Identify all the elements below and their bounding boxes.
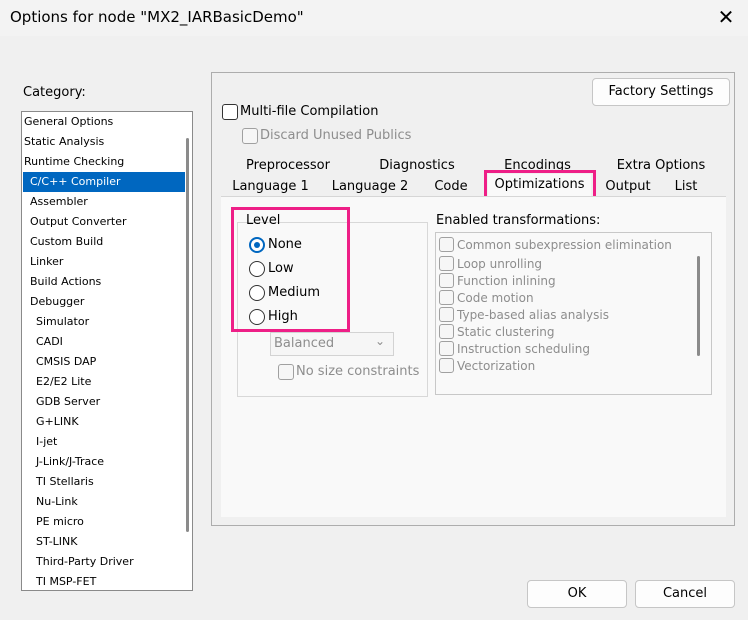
category-item-third-party[interactable]: Third-Party Driver	[36, 552, 134, 572]
transform-checkbox[interactable]	[439, 307, 454, 322]
multifile-checkbox[interactable]	[222, 104, 238, 120]
tab-preprocessor[interactable]: Preprocessor	[222, 156, 354, 176]
level-highlight	[231, 207, 350, 332]
transformations-title: Enabled transformations:	[436, 213, 601, 228]
category-item-cadi[interactable]: CADI	[36, 332, 63, 352]
tab-extra-options[interactable]: Extra Options	[597, 156, 725, 176]
category-item-general-options[interactable]: General Options	[24, 112, 113, 132]
category-item-st-link[interactable]: ST-LINK	[36, 532, 77, 552]
category-item-g-link[interactable]: G+LINK	[36, 412, 79, 432]
category-item-ti-stellaris[interactable]: TI Stellaris	[36, 472, 94, 492]
window-title: Options for node "MX2_IARBasicDemo"	[10, 8, 304, 26]
category-item-debugger[interactable]: Debugger	[30, 292, 84, 312]
tab-output[interactable]: Output	[598, 177, 658, 197]
no-size-constraints-checkbox[interactable]	[278, 364, 294, 380]
category-label: Category:	[23, 85, 86, 100]
category-item-custom-build[interactable]: Custom Build	[30, 232, 103, 252]
category-item-linker[interactable]: Linker	[30, 252, 63, 272]
category-item-e2-lite[interactable]: E2/E2 Lite	[36, 372, 91, 392]
transform-checkbox[interactable]	[439, 237, 454, 252]
discard-publics-checkbox[interactable]	[242, 128, 258, 144]
category-item-build-actions[interactable]: Build Actions	[30, 272, 101, 292]
category-item-nu-link[interactable]: Nu-Link	[36, 492, 78, 512]
discard-publics-label: Discard Unused Publics	[260, 128, 412, 143]
category-item-cmsis-dap[interactable]: CMSIS DAP	[36, 352, 96, 372]
category-item-simulator[interactable]: Simulator	[36, 312, 89, 332]
tab-list[interactable]: List	[660, 177, 712, 197]
chevron-down-icon: ⌄	[375, 334, 386, 348]
transform-checkbox[interactable]	[439, 324, 454, 339]
no-size-constraints-label: No size constraints	[296, 364, 420, 379]
close-icon[interactable]: ✕	[712, 4, 740, 30]
cancel-button[interactable]: Cancel	[635, 580, 735, 608]
transform-checkbox[interactable]	[439, 273, 454, 288]
transform-checkbox[interactable]	[439, 256, 454, 271]
category-item-assembler[interactable]: Assembler	[30, 192, 88, 212]
category-item-gdb-server[interactable]: GDB Server	[36, 392, 100, 412]
category-item-ti-msp-fet[interactable]: TI MSP-FET	[36, 572, 96, 590]
tab-language-1[interactable]: Language 1	[222, 177, 319, 197]
category-item-output-converter[interactable]: Output Converter	[30, 212, 127, 232]
tab-diagnostics[interactable]: Diagnostics	[356, 156, 478, 176]
category-item-static-analysis[interactable]: Static Analysis	[24, 132, 104, 152]
category-scrollbar[interactable]	[186, 138, 189, 532]
tab-language-2[interactable]: Language 2	[321, 177, 419, 197]
factory-settings-button[interactable]: Factory Settings	[592, 78, 730, 106]
category-item-i-jet[interactable]: I-jet	[36, 432, 57, 452]
category-item-c-cpp-compiler[interactable]: C/C++ Compiler	[23, 172, 185, 192]
transformations-list: Common subexpression elimination Loop un…	[435, 232, 712, 395]
transform-checkbox[interactable]	[439, 341, 454, 356]
category-item-runtime-checking[interactable]: Runtime Checking	[24, 152, 124, 172]
balance-select-value: Balanced	[274, 336, 335, 351]
multifile-label: Multi-file Compilation	[240, 104, 379, 119]
transform-checkbox[interactable]	[439, 358, 454, 373]
tab-code[interactable]: Code	[421, 177, 481, 197]
category-item-pe-micro[interactable]: PE micro	[36, 512, 84, 532]
transform-checkbox[interactable]	[439, 290, 454, 305]
category-item-j-link[interactable]: J-Link/J-Trace	[36, 452, 104, 472]
category-list[interactable]: General Options Static Analysis Runtime …	[21, 111, 193, 591]
ok-button[interactable]: OK	[527, 580, 627, 608]
transformations-scrollbar[interactable]	[697, 256, 700, 356]
